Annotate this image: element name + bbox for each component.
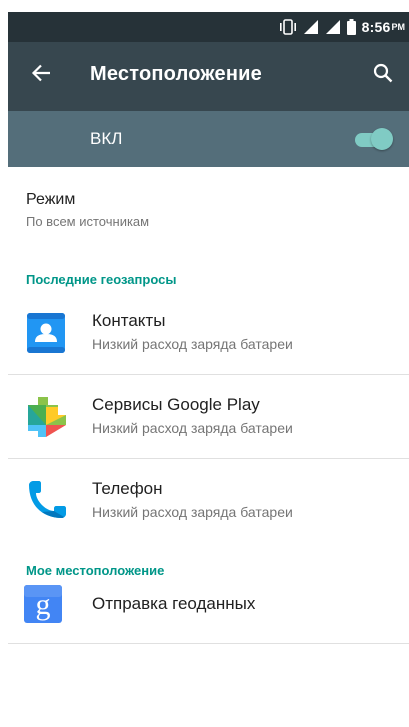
mode-setting[interactable]: Режим По всем источникам — [8, 167, 409, 255]
toolbar: Местоположение — [8, 42, 409, 111]
settings-list: Режим По всем источникам Последние геоза… — [8, 167, 409, 727]
signal-icon-2 — [325, 19, 341, 35]
google-play-services-icon — [24, 395, 68, 439]
location-toggle[interactable] — [355, 127, 393, 151]
status-ampm: PM — [391, 22, 406, 32]
status-time: 8:56 — [361, 19, 391, 35]
switch-state-label: ВКЛ — [90, 129, 123, 148]
mode-title: Режим — [26, 191, 76, 208]
arrow-back-icon — [31, 64, 51, 87]
contacts-icon — [24, 311, 68, 355]
app-battery-usage: Низкий расход заряда батареи — [92, 336, 293, 352]
google-icon: g — [24, 585, 62, 623]
back-button[interactable] — [28, 62, 54, 88]
page-title: Местоположение — [90, 63, 262, 85]
app-battery-usage: Низкий расход заряда батареи — [92, 420, 293, 436]
app-name: Сервисы Google Play — [92, 395, 260, 414]
toggle-thumb — [371, 128, 393, 150]
my-location-header: Мое местоположение — [26, 563, 165, 578]
search-icon — [373, 63, 393, 88]
phone-icon — [24, 479, 68, 523]
app-name: Телефон — [92, 479, 163, 498]
location-sharing-item[interactable]: g Отправка геоданных — [8, 581, 409, 645]
signal-icon — [303, 19, 319, 35]
app-row-phone[interactable]: Телефон Низкий расход заряда батареи — [8, 459, 409, 543]
app-row-google-play-services[interactable]: Сервисы Google Play Низкий расход заряда… — [8, 375, 409, 459]
svg-text:g: g — [36, 588, 51, 621]
location-master-switch-bar[interactable]: ВКЛ — [8, 111, 409, 167]
app-battery-usage: Низкий расход заряда батареи — [92, 504, 293, 520]
divider — [8, 643, 409, 644]
vibrate-icon — [279, 19, 297, 35]
location-sharing-label: Отправка геоданных — [92, 594, 256, 613]
mode-summary: По всем источникам — [26, 214, 150, 229]
app-name: Контакты — [92, 311, 166, 330]
status-bar: 8:56 PM — [8, 12, 409, 42]
battery-icon — [346, 19, 356, 35]
recent-requests-header: Последние геозапросы — [26, 272, 177, 287]
app-row-contacts[interactable]: Контакты Низкий расход заряда батареи — [8, 291, 409, 375]
search-button[interactable] — [369, 61, 397, 89]
